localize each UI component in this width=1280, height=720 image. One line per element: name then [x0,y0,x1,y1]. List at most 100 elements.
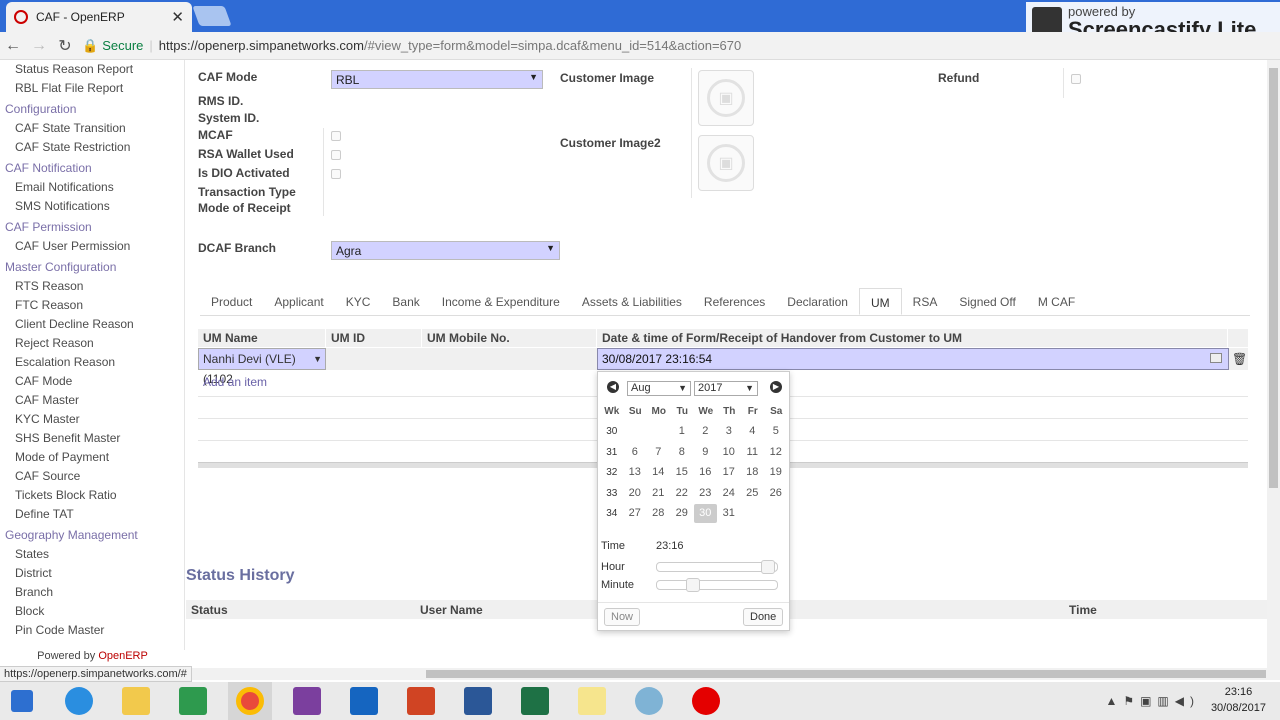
tab-product[interactable]: Product [200,288,263,315]
calendar-day[interactable]: 22 [671,484,694,503]
outlook-app[interactable] [342,682,386,720]
sidebar-item[interactable]: Client Decline Reason [0,315,184,334]
next-month-icon[interactable]: ▶ [770,381,782,393]
calendar-day[interactable]: 2 [694,422,717,441]
calendar-day[interactable]: 23 [694,484,717,503]
customer-image2[interactable]: ▣ [698,135,754,191]
sidebar-item[interactable]: FTC Reason [0,296,184,315]
sidebar-section-title[interactable]: Master Configuration [0,258,184,277]
vertical-scrollbar[interactable] [1267,60,1280,668]
horizontal-scrollbar[interactable] [186,668,1280,680]
onenote-app[interactable] [285,682,329,720]
col-user-name[interactable]: User Name [420,603,483,617]
sidebar-item[interactable]: Branch [0,583,184,602]
dio-checkbox[interactable] [331,169,341,179]
add-item-link[interactable]: Add an item [203,375,267,389]
tab-applicant[interactable]: Applicant [263,288,334,315]
calendar-day[interactable]: 5 [765,422,788,441]
rsa-wallet-checkbox[interactable] [331,150,341,160]
explorer-app[interactable] [114,682,158,720]
excel-app[interactable] [513,682,557,720]
calendar-day[interactable]: 13 [624,463,647,482]
calendar-day[interactable]: 19 [765,463,788,482]
prev-month-icon[interactable]: ◀ [607,381,619,393]
sidebar-item[interactable]: RTS Reason [0,277,184,296]
tab-kyc[interactable]: KYC [335,288,382,315]
um-name-select[interactable]: Nanhi Devi (VLE)(1102 ▼ [198,348,326,386]
new-tab-button[interactable] [192,6,232,26]
sidebar-item[interactable]: Reject Reason [0,334,184,353]
scrollbar-thumb[interactable] [426,670,1266,678]
calendar-day[interactable]: 4 [741,422,764,441]
datetime-input[interactable]: 30/08/2017 23:16:54 [597,348,1229,370]
calendar-day[interactable]: 7 [647,443,670,462]
col-um-mobile[interactable]: UM Mobile No. [422,329,597,347]
calendar-day[interactable]: 21 [647,484,670,503]
sidebar-item[interactable]: Define TAT [0,505,184,524]
airtel-app[interactable] [684,682,728,720]
calendar-day[interactable]: 12 [765,443,788,462]
calendar-day[interactable]: 20 [624,484,647,503]
calendar-day[interactable]: 30 [694,504,717,523]
sidebar-item[interactable]: CAF Mode [0,372,184,391]
back-icon[interactable]: ← [0,37,26,55]
col-datetime[interactable]: Date & time of Form/Receipt of Handover … [597,329,1228,347]
calendar-day[interactable]: 8 [671,443,694,462]
sidebar-item[interactable]: CAF State Transition [0,119,184,138]
sidebar-item[interactable]: Pin Code Master [0,621,184,640]
sidebar-item[interactable]: SHS Benefit Master [0,429,184,448]
minute-slider-handle[interactable] [686,578,701,592]
system-tray-icons[interactable]: ▲⚑▣▥◀) [1105,694,1200,708]
minute-slider[interactable] [656,578,778,592]
scrollbar-thumb[interactable] [1269,68,1278,488]
calendar-day[interactable]: 14 [647,463,670,482]
calendar-day[interactable]: 27 [624,504,647,523]
start-button[interactable] [0,682,44,720]
calendar-day[interactable]: 29 [671,504,694,523]
powerpoint-app[interactable] [399,682,443,720]
customer-image[interactable]: ▣ [698,70,754,126]
calendar-day[interactable]: 3 [718,422,741,441]
taskbar-clock[interactable]: 23:16 30/08/2017 [1211,684,1266,716]
col-time[interactable]: Time [1069,603,1097,617]
tab-bank[interactable]: Bank [381,288,430,315]
sidebar-item[interactable]: CAF Source [0,467,184,486]
calendar-day[interactable]: 1 [671,422,694,441]
forward-icon[interactable]: → [26,37,52,55]
sidebar-item[interactable]: CAF User Permission [0,237,184,256]
project-app[interactable] [171,682,215,720]
refund-checkbox[interactable] [1071,74,1081,84]
calendar-icon[interactable] [1210,353,1222,363]
sidebar-section-title[interactable]: CAF Notification [0,159,184,178]
sidebar-item[interactable]: Block [0,602,184,621]
done-button[interactable]: Done [743,608,784,626]
calendar-day[interactable]: 31 [718,504,741,523]
sidebar-item[interactable]: CAF Master [0,391,184,410]
col-um-id[interactable]: UM ID [326,329,422,347]
word-app[interactable] [456,682,500,720]
calendar-day[interactable]: 18 [741,463,764,482]
month-select[interactable]: Aug ▼ [627,381,691,396]
calendar-day[interactable]: 16 [694,463,717,482]
sidebar-item[interactable]: RBL Flat File Report [0,79,184,98]
tab-assets-liabilities[interactable]: Assets & Liabilities [571,288,693,315]
calendar-day[interactable]: 11 [741,443,764,462]
chrome-app[interactable] [228,682,272,720]
tab-references[interactable]: References [693,288,776,315]
sidebar-item[interactable]: Status Reason Report [0,60,184,79]
year-select[interactable]: 2017 ▼ [694,381,758,396]
calendar-day[interactable]: 17 [718,463,741,482]
sidebar-item[interactable]: States [0,545,184,564]
browser-tab[interactable]: CAF - OpenERP ✕ [6,2,192,32]
sidebar-item[interactable]: KYC Master [0,410,184,429]
calendar-day[interactable]: 25 [741,484,764,503]
tab-m-caf[interactable]: M CAF [1027,288,1086,315]
sidebar-section-title[interactable]: Geography Management [0,526,184,545]
dcaf-branch-select[interactable]: Agra ▼ [331,241,560,260]
sticky-notes-app[interactable] [570,682,614,720]
ie-app[interactable] [57,682,101,720]
sidebar-item[interactable]: Escalation Reason [0,353,184,372]
calendar-day[interactable]: 24 [718,484,741,503]
trash-icon[interactable]: 🗑 [1232,352,1247,366]
calendar-day[interactable]: 9 [694,443,717,462]
